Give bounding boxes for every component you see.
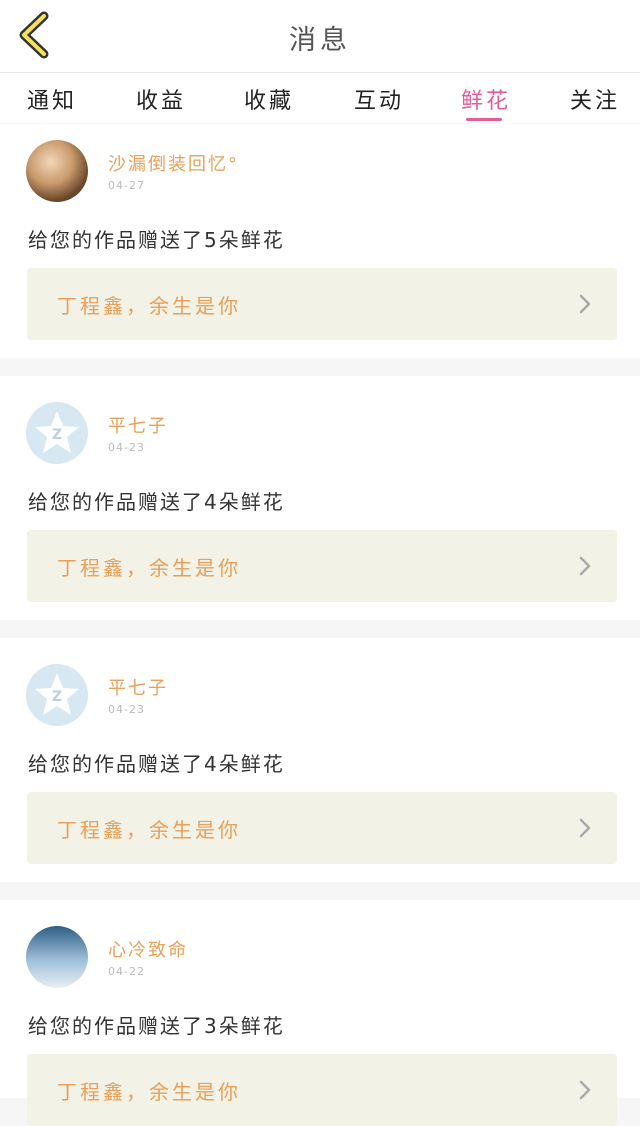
sender-name[interactable]: 平七子	[108, 412, 168, 438]
default-avatar[interactable]: Z	[26, 402, 88, 464]
message-card: Z 平七子 04-23 给您的作品赠送了4朵鲜花 丁程鑫，余生是你	[0, 376, 640, 620]
work-link[interactable]: 丁程鑫，余生是你	[27, 268, 617, 340]
work-link[interactable]: 丁程鑫，余生是你	[27, 792, 617, 864]
photo-avatar[interactable]	[26, 926, 88, 988]
tab-follows[interactable]: 关注	[570, 83, 620, 115]
message-card: Z 平七子 04-23 给您的作品赠送了4朵鲜花 丁程鑫，余生是你	[0, 638, 640, 882]
sender-name[interactable]: 沙漏倒装回忆°	[108, 150, 239, 176]
chevron-right-icon	[579, 294, 591, 314]
message-time: 04-23	[108, 703, 145, 716]
active-tab-indicator	[466, 118, 502, 121]
tab-favorites[interactable]: 收藏	[244, 83, 294, 115]
tab-earnings[interactable]: 收益	[136, 83, 186, 115]
work-link[interactable]: 丁程鑫，余生是你	[27, 530, 617, 602]
tab-notifications[interactable]: 通知	[27, 83, 77, 115]
tab-bar: 通知 收益 收藏 互动 鲜花 关注	[0, 73, 640, 123]
star-icon: Z	[35, 673, 79, 715]
svg-text:Z: Z	[52, 689, 62, 705]
photo-avatar[interactable]	[26, 140, 88, 202]
page-title: 消息	[289, 25, 351, 56]
svg-text:Z: Z	[52, 427, 62, 443]
message-card: 心冷致命 04-22 给您的作品赠送了3朵鲜花 丁程鑫，余生是你	[0, 900, 640, 1126]
sender-name[interactable]: 平七子	[108, 674, 168, 700]
tab-flowers[interactable]: 鲜花	[461, 83, 511, 115]
message-card: 沙漏倒装回忆° 04-27 给您的作品赠送了5朵鲜花 丁程鑫，余生是你	[0, 124, 640, 358]
header-bar: 消息	[0, 0, 640, 73]
message-text: 给您的作品赠送了5朵鲜花	[28, 228, 285, 252]
chevron-right-icon	[579, 1080, 591, 1100]
message-text: 给您的作品赠送了3朵鲜花	[28, 1014, 285, 1038]
work-title: 丁程鑫，余生是你	[57, 294, 241, 318]
work-title: 丁程鑫，余生是你	[57, 556, 241, 580]
work-title: 丁程鑫，余生是你	[57, 818, 241, 842]
message-text: 给您的作品赠送了4朵鲜花	[28, 752, 285, 776]
tab-interactions[interactable]: 互动	[354, 83, 404, 115]
chevron-right-icon	[579, 818, 591, 838]
chevron-right-icon	[579, 556, 591, 576]
star-icon: Z	[35, 411, 79, 453]
message-time: 04-22	[108, 965, 145, 978]
message-time: 04-23	[108, 441, 145, 454]
default-avatar[interactable]: Z	[26, 664, 88, 726]
work-title: 丁程鑫，余生是你	[57, 1080, 241, 1104]
message-time: 04-27	[108, 179, 145, 192]
message-text: 给您的作品赠送了4朵鲜花	[28, 490, 285, 514]
work-link[interactable]: 丁程鑫，余生是你	[27, 1054, 617, 1126]
sender-name[interactable]: 心冷致命	[108, 936, 188, 962]
